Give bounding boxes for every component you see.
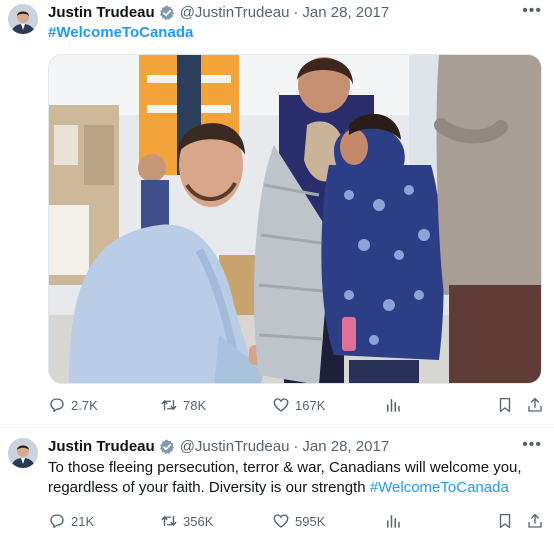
more-options-icon[interactable]: ••• bbox=[522, 2, 542, 20]
reply-icon bbox=[50, 398, 64, 413]
author-name[interactable]: Justin Trudeau bbox=[48, 4, 155, 21]
photo-prime-minister-greeting-refugee-child-icon bbox=[49, 55, 541, 383]
heart-icon bbox=[273, 398, 289, 412]
share-icon bbox=[528, 513, 542, 528]
share-button[interactable] bbox=[526, 512, 549, 530]
bookmark-icon bbox=[499, 397, 511, 413]
reply-count: 2.7K bbox=[71, 397, 98, 413]
bookmark-button[interactable] bbox=[496, 512, 519, 530]
bookmark-icon bbox=[499, 513, 511, 529]
avatar[interactable] bbox=[8, 438, 38, 468]
more-options-icon[interactable]: ••• bbox=[522, 436, 542, 454]
tweet-text: To those fleeing persecution, terror & w… bbox=[48, 458, 544, 498]
profile-photo-icon bbox=[8, 438, 38, 468]
share-icon bbox=[528, 397, 542, 412]
like-count: 595K bbox=[295, 513, 326, 529]
verified-badge-icon bbox=[159, 5, 175, 21]
repost-count: 356K bbox=[183, 513, 214, 529]
author-handle[interactable]: @JustinTrudeau bbox=[180, 438, 290, 455]
like-button[interactable]: 167K bbox=[272, 396, 325, 414]
like-button[interactable]: 595K bbox=[272, 512, 325, 530]
tweet-date[interactable]: Jan 28, 2017 bbox=[302, 4, 389, 21]
views-button[interactable] bbox=[384, 512, 407, 530]
tweet-header: Justin Trudeau @JustinTrudeau · Jan 28, … bbox=[48, 438, 389, 455]
hashtag-link[interactable]: #WelcomeToCanada bbox=[48, 24, 193, 41]
views-button[interactable] bbox=[384, 396, 407, 414]
repost-button[interactable]: 78K bbox=[160, 396, 206, 414]
profile-photo-icon bbox=[8, 4, 38, 34]
avatar[interactable] bbox=[8, 4, 38, 34]
reply-button[interactable]: 2.7K bbox=[48, 396, 98, 414]
repost-icon bbox=[161, 515, 177, 527]
share-button[interactable] bbox=[526, 396, 549, 414]
tweet-date[interactable]: Jan 28, 2017 bbox=[302, 438, 389, 455]
tweet-card[interactable]: Justin Trudeau @JustinTrudeau · Jan 28, … bbox=[0, 0, 554, 428]
views-chart-icon bbox=[387, 515, 400, 528]
views-chart-icon bbox=[387, 399, 400, 412]
reply-button[interactable]: 21K bbox=[48, 512, 94, 530]
bookmark-button[interactable] bbox=[496, 396, 519, 414]
tweet-header: Justin Trudeau @JustinTrudeau · Jan 28, … bbox=[48, 4, 389, 21]
repost-button[interactable]: 356K bbox=[160, 512, 213, 530]
like-count: 167K bbox=[295, 397, 326, 413]
heart-icon bbox=[273, 514, 289, 528]
tweet-card[interactable]: Justin Trudeau @JustinTrudeau · Jan 28, … bbox=[0, 428, 554, 540]
tweet-text: #WelcomeToCanada bbox=[48, 24, 193, 41]
tweet-actions: 21K 356K 595K bbox=[48, 512, 548, 532]
reply-icon bbox=[50, 514, 64, 529]
tweet-photo[interactable] bbox=[48, 54, 542, 384]
author-name[interactable]: Justin Trudeau bbox=[48, 438, 155, 455]
reply-count: 21K bbox=[71, 513, 95, 529]
separator-dot: · bbox=[293, 438, 299, 455]
repost-icon bbox=[161, 399, 177, 411]
author-handle[interactable]: @JustinTrudeau bbox=[180, 4, 290, 21]
hashtag-link[interactable]: #WelcomeToCanada bbox=[370, 479, 509, 496]
separator-dot: · bbox=[293, 4, 299, 21]
verified-badge-icon bbox=[159, 439, 175, 455]
tweet-actions: 2.7K 78K 167K bbox=[48, 396, 548, 416]
repost-count: 78K bbox=[183, 397, 207, 413]
